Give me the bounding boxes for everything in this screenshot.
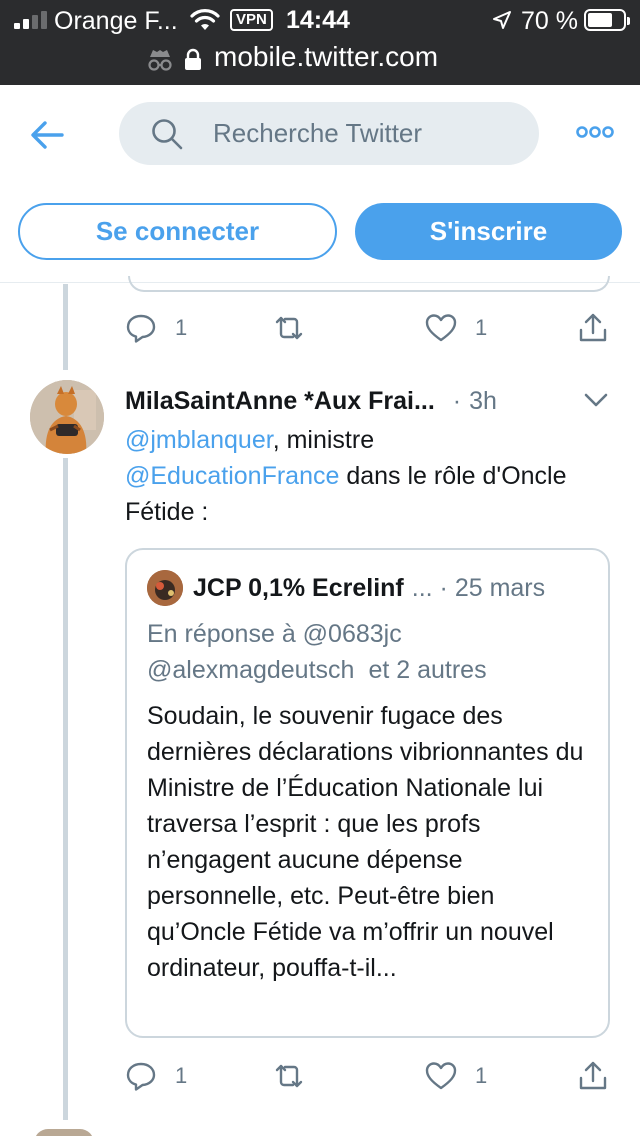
reply-prefix: En réponse à [147,620,296,648]
tweet-author-name[interactable]: MilaSaintAnne *Aux Frai... [125,387,435,416]
search-bar[interactable] [119,102,539,165]
search-input[interactable] [213,102,523,165]
quoted-tweet-card[interactable]: JCP 0,1% Ecrelinf ... · 25 mars En répon… [125,548,610,1038]
reply-user: @alexmagdeutsch [147,656,355,684]
carrier-name: Orange F... [54,7,178,35]
url-bar[interactable]: mobile.twitter.com [0,40,640,85]
like-button[interactable]: 1 [425,1058,487,1094]
tweet-timestamp[interactable]: 3h [469,387,497,416]
like-icon [425,1062,457,1090]
retweet-button[interactable] [273,310,305,346]
share-icon [579,1061,607,1090]
tweet-text-part: , ministre [272,426,375,454]
wifi-icon [190,9,220,30]
back-arrow-icon[interactable] [30,120,64,150]
thread-connector [63,284,68,370]
lock-icon [185,48,201,70]
reply-icon [126,1062,156,1091]
reply-button[interactable]: 1 [125,1058,187,1094]
quoted-author-avatar [147,570,183,606]
more-icon[interactable] [576,125,614,139]
share-icon [579,313,607,342]
like-icon [425,314,457,342]
login-button[interactable]: Se connecter [18,203,337,260]
share-button[interactable] [577,1058,609,1094]
vpn-badge: VPN [230,9,273,31]
like-button[interactable]: 1 [425,310,487,346]
reply-count: 1 [175,315,188,340]
reply-count: 1 [175,1063,188,1088]
tweet-text: @jmblanquer, ministre @EducationFrance da… [125,422,595,530]
quoted-tweet-header: JCP 0,1% Ecrelinf ... · 25 mars [193,570,603,606]
like-count: 1 [475,1063,488,1088]
twitter-header: Se connecter S'inscrire [0,85,640,283]
status-bar: Orange F... VPN 14:44 70 % [0,0,640,40]
mention-link[interactable]: @EducationFrance [125,462,339,490]
status-time: 14:44 [286,6,350,34]
reply-others: et 2 autres [368,656,487,684]
reply-icon [126,314,156,343]
tweet-separator: · [452,386,462,415]
url-text: mobile.twitter.com [214,41,439,72]
battery-percent: 70 % [521,7,578,35]
quoted-tweet-meta: ... · 25 mars [411,573,546,602]
like-count: 1 [475,315,488,340]
quoted-author-name: JCP 0,1% Ecrelinf [193,573,404,602]
mention-link[interactable]: @jmblanquer [125,426,273,454]
thread-connector-lower [63,458,68,1120]
retweet-icon [275,316,303,340]
search-icon [152,119,183,150]
reply-button[interactable]: 1 [125,310,187,346]
tweet-header: MilaSaintAnne *Aux Frai... · 3h [125,384,615,418]
caret-down-icon[interactable] [584,392,608,408]
location-icon [493,11,511,29]
previous-tweet-actions: 1 1 [125,310,615,346]
signal-strength-icon [14,11,48,29]
retweet-button[interactable] [273,1058,305,1094]
quoted-reply-context: En réponse à @0683jc @alexmagdeutsch et 2 … [147,616,597,688]
battery-level [588,13,612,27]
share-button[interactable] [577,310,609,346]
signup-button[interactable]: S'inscrire [355,203,622,260]
next-tweet-avatar[interactable] [34,1129,94,1136]
battery-icon [584,9,630,31]
previous-quote-card[interactable] [128,276,610,292]
quoted-tweet-text: Soudain, le souvenir fugace des dernière… [147,702,584,982]
tweet-author-avatar[interactable] [30,380,104,454]
reply-user: @0683jc [302,620,402,648]
incognito-icon [148,50,172,71]
retweet-icon [275,1064,303,1088]
system-top-bar: Orange F... VPN 14:44 70 % mobile.twitte… [0,0,640,85]
tweet-actions: 1 1 [125,1058,615,1094]
